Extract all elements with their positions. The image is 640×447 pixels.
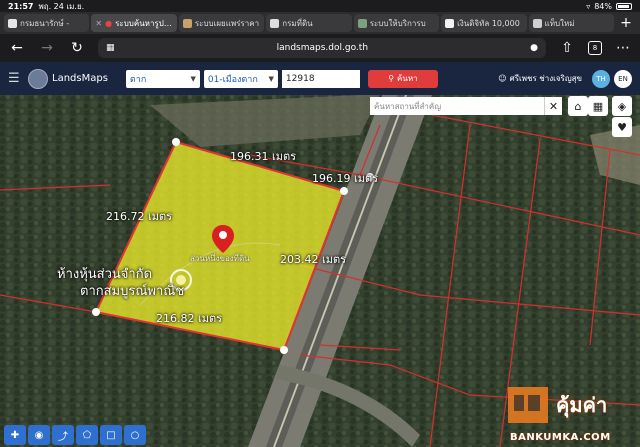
watermark-english: BANKUMKA.COM [510, 432, 611, 443]
lang-th-button[interactable]: TH [592, 69, 610, 88]
tab-favicon-icon [357, 18, 367, 28]
measure-line-icon[interactable]: ⤴ [52, 425, 74, 445]
browser-tab-active[interactable]: ✕●ระบบค้นหารูปแปลง [91, 14, 177, 32]
battery-percent: 84% [594, 1, 612, 11]
bankumka-watermark: คุ้มค่า BANKUMKA.COM [506, 383, 636, 445]
share-icon[interactable]: ⇧ [558, 40, 576, 56]
tab-favicon-icon [182, 18, 192, 28]
menu-icon[interactable]: ☰ [8, 71, 24, 86]
tab-title: กรมที่ดิน [282, 18, 313, 28]
browser-tab[interactable]: กรมที่ดิน [266, 14, 352, 32]
landsmaps-logo [28, 68, 48, 89]
favorite-heart-icon[interactable]: ♥ [612, 117, 632, 137]
owner-label-line2: ตากสมบูรณ์พาณิช [80, 284, 185, 299]
chevron-down-icon: ▼ [190, 74, 196, 83]
address-bar[interactable]: ▦ landsmaps.dol.go.th ● [98, 38, 546, 58]
reload-icon[interactable]: ↻ [68, 40, 86, 56]
app-header: ☰ LandsMaps ตาก ▼ 01-เมืองตาก ▼ 12918 ⚲ ค้น… [0, 62, 640, 95]
location-pin-icon[interactable]: ◉ [28, 425, 50, 445]
tab-favicon-icon [532, 18, 542, 28]
map-pin-icon: ● [105, 18, 113, 28]
browser-tab[interactable]: ระบบให้บริการบ [353, 14, 440, 32]
lang-en-button[interactable]: EN [614, 69, 632, 88]
measure-right: 203.42 เมตร [280, 253, 347, 266]
measure-top-left: 196.31 เมตร [230, 150, 297, 163]
measure-bottom: 216.82 เมตร [156, 312, 223, 325]
app-name: LandsMaps [52, 73, 108, 84]
browser-toolbar: ← → ↻ ▦ landsmaps.dol.go.th ● ⇧ 8 ⋯ [0, 34, 640, 62]
keyboard-icon[interactable]: ▦ [588, 96, 608, 116]
screen: 21:57 พฤ. 24 เม.ย. ▿ 84% กรมธนารักษ์ - ✕… [0, 0, 640, 447]
status-date: พฤ. 24 เม.ย. [38, 1, 85, 11]
status-right: ▿ 84% [586, 2, 632, 11]
new-tab-button[interactable]: + [616, 15, 636, 31]
parcel-number-input[interactable]: 12918 [281, 69, 360, 88]
measure-top-right: 196.19 เมตร [312, 172, 379, 185]
tab-title: เงินดิจิทัล 10,000 [457, 18, 520, 28]
browser-tab[interactable]: แท็บใหม่ [528, 14, 614, 32]
tab-title: ระบบเผยแพร่ราคา [194, 18, 260, 28]
province-select[interactable]: ตาก ▼ [125, 69, 200, 88]
microphone-icon[interactable]: ● [530, 43, 538, 53]
circle-icon[interactable]: ○ [124, 425, 146, 445]
bankumka-logo [508, 387, 548, 423]
status-time: 21:57 [8, 1, 34, 11]
url-text: landsmaps.dol.go.th [276, 43, 369, 53]
draw-tools-icon[interactable]: ✚ [4, 425, 26, 445]
browser-tab[interactable]: ระบบเผยแพร่ราคา [178, 14, 265, 32]
user-icon: ☺ [498, 74, 507, 83]
browser-tab-bar: กรมธนารักษ์ - ✕●ระบบค้นหารูปแปลง ระบบเผย… [0, 12, 640, 34]
map-pin-icon[interactable] [212, 225, 234, 253]
map-tool-bar: ✚ ◉ ⤴ ⬠ □ ○ [0, 425, 146, 447]
browser-tab[interactable]: เงินดิจิทัล 10,000 [441, 14, 527, 32]
rectangle-icon[interactable]: □ [100, 425, 122, 445]
more-icon[interactable]: ⋯ [614, 40, 632, 56]
place-search-input[interactable]: ค้นหาสถานที่สำคัญ ✕ [370, 97, 562, 115]
wifi-icon: ▿ [586, 1, 591, 11]
tab-title: ระบบค้นหารูปแปลง [115, 18, 173, 28]
battery-icon [616, 2, 632, 10]
district-select[interactable]: 01-เมืองตาก ▼ [203, 69, 278, 88]
chevron-down-icon: ▼ [268, 74, 274, 83]
tab-title: ระบบให้บริการบ [369, 18, 426, 28]
tab-favicon-icon [445, 18, 455, 28]
tab-title: แท็บใหม่ [544, 18, 575, 28]
tab-favicon-icon [270, 18, 280, 28]
browser-tab[interactable]: กรมธนารักษ์ - [4, 14, 90, 32]
user-name: ศรีเพชร ช่างเจริญสุข [509, 74, 582, 83]
place-search-placeholder: ค้นหาสถานที่สำคัญ [374, 101, 442, 111]
translate-icon[interactable]: ▦ [106, 43, 115, 53]
watermark-thai: คุ้มค่า [556, 393, 608, 417]
province-value: ตาก [129, 74, 147, 85]
polygon-icon[interactable]: ⬠ [76, 425, 98, 445]
user-menu[interactable]: ☺ ศรีเพชร ช่างเจริญสุข [498, 72, 582, 85]
status-bar: 21:57 พฤ. 24 เม.ย. ▿ 84% [0, 0, 640, 12]
layers-icon[interactable]: ◈ [612, 96, 632, 116]
tab-count-button[interactable]: 8 [588, 41, 602, 55]
close-icon[interactable]: ✕ [544, 97, 562, 115]
search-button[interactable]: ⚲ ค้นหา [367, 69, 438, 88]
tab-favicon-icon [8, 18, 17, 28]
parcel-text: ส่วนหนึ่งของที่ดิน [190, 254, 250, 263]
search-button-label: ค้นหา [397, 74, 418, 83]
back-arrow-icon[interactable]: ← [8, 40, 26, 56]
measure-left: 216.72 เมตร [106, 210, 173, 223]
tab-title: กรมธนารักษ์ - [20, 18, 70, 28]
forward-arrow-icon[interactable]: → [38, 40, 56, 56]
district-value: 01-เมืองตาก [207, 74, 258, 85]
map-view[interactable]: 196.31 เมตร 196.19 เมตร 216.72 เมตร 203.… [0, 95, 640, 447]
close-icon[interactable]: ✕ [95, 19, 102, 28]
search-icon: ⚲ [388, 74, 395, 83]
home-icon[interactable]: ⌂ [568, 96, 588, 116]
